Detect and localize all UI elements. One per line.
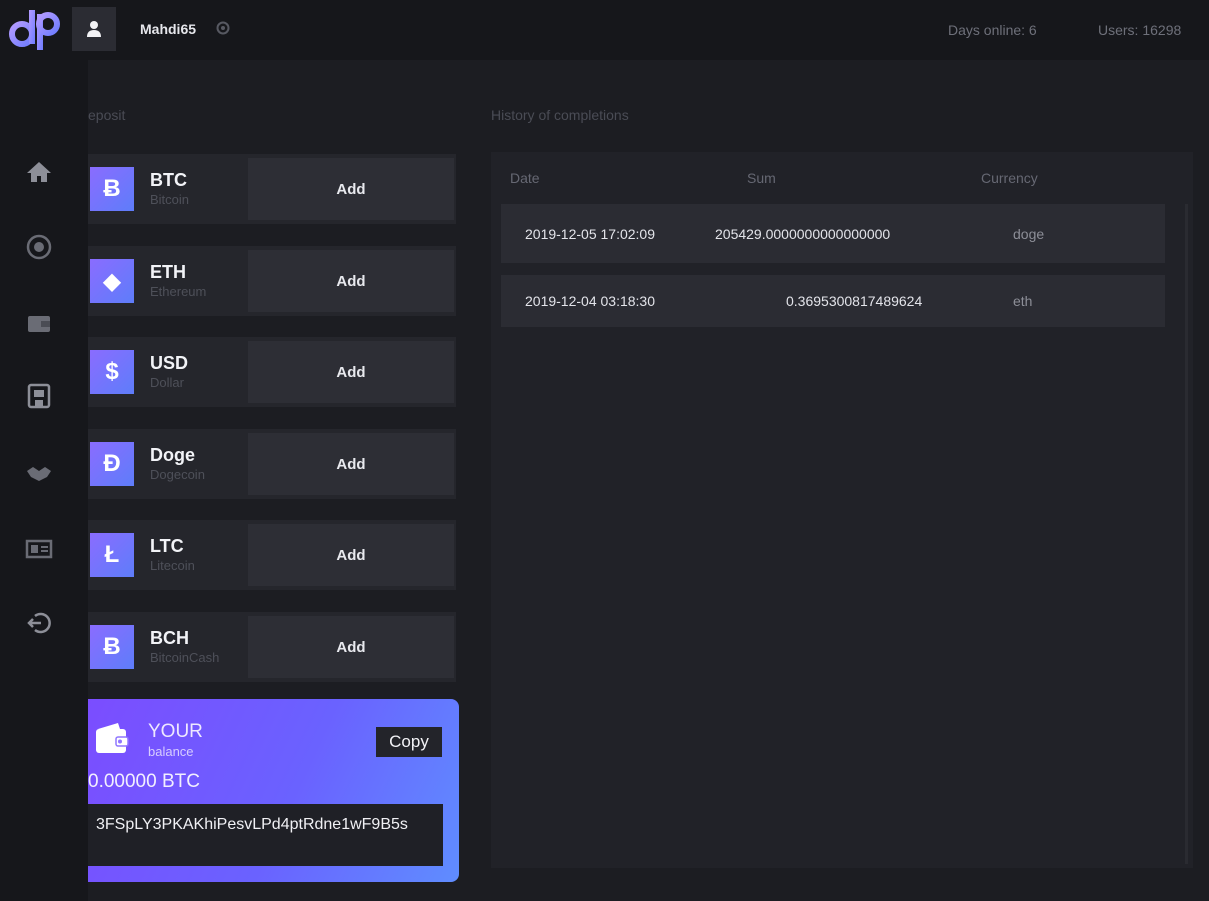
column-header-date: Date: [510, 170, 540, 186]
sidebar: [0, 60, 88, 901]
wallet-address[interactable]: 3FSpLY3PKAKhiPesvLPd4ptRdne1wF9B5s: [88, 804, 443, 866]
atm-icon[interactable]: [24, 382, 54, 412]
currency-name: Litecoin: [150, 558, 195, 573]
add-usd-button[interactable]: Add: [248, 341, 454, 403]
currency-code: BTC: [150, 170, 187, 190]
ethereum-icon: ◆: [90, 259, 134, 303]
add-bch-button[interactable]: Add: [248, 616, 454, 678]
top-header: Mahdi65 Days online: 6 Users: 16298: [0, 0, 1209, 60]
row-date: 2019-12-05 17:02:09: [525, 225, 655, 242]
currency-code: Doge: [150, 445, 195, 465]
currency-name: BitcoinCash: [150, 650, 220, 665]
column-header-currency: Currency: [981, 170, 1038, 186]
id-card-icon[interactable]: [24, 534, 54, 564]
currency-code: USD: [150, 353, 189, 373]
row-sum: 0.36953008174896​24: [786, 293, 923, 309]
deposit-label: eposit: [88, 107, 126, 123]
add-eth-button[interactable]: Add: [248, 250, 454, 312]
copy-button[interactable]: Copy: [376, 727, 442, 757]
currency-row-ltc: Ł LTC Litecoin Add: [88, 520, 456, 590]
avatar[interactable]: [72, 7, 116, 51]
add-ltc-button[interactable]: Add: [248, 524, 454, 586]
currency-code: BCH: [150, 628, 189, 648]
currency-name: Ethereum: [150, 284, 207, 299]
wallet-icon: [92, 719, 132, 759]
coin-icon[interactable]: [24, 232, 54, 262]
handshake-icon[interactable]: [24, 458, 54, 488]
users-count: Users: 16298: [1098, 22, 1182, 38]
balance-title: YOUR: [148, 721, 203, 742]
column-header-sum: Sum: [747, 170, 776, 186]
add-btc-button[interactable]: Add: [248, 158, 454, 220]
litecoin-icon: Ł: [90, 533, 134, 577]
scrollbar[interactable]: [1185, 204, 1188, 864]
logout-icon[interactable]: [24, 608, 54, 638]
balance-card: YOUR balance Copy 0.00000 BTC 3FSpLY3PKA…: [88, 699, 459, 882]
dp-logo[interactable]: [6, 4, 66, 54]
history-label: History of completions: [491, 107, 629, 123]
currency-name: Dogecoin: [150, 467, 205, 482]
balance-subtitle: balance: [148, 744, 194, 759]
table-row: 2019-12-04 03:18:30 0.36953008174896​24 …: [501, 275, 1165, 327]
table-row: 2019-12-05 17:02:09 205429.0000000000000…: [501, 204, 1165, 263]
gear-icon[interactable]: [215, 20, 231, 36]
currency-name: Dollar: [150, 375, 184, 390]
row-currency: doge: [1013, 225, 1045, 242]
currency-name: Bitcoin: [150, 192, 190, 207]
username[interactable]: Mahdi65: [140, 21, 196, 37]
days-online: Days online: 6: [948, 22, 1037, 38]
user-icon: [87, 21, 101, 37]
home-icon[interactable]: [24, 157, 54, 187]
currency-row-doge: Đ Doge Dogecoin Add: [88, 429, 456, 499]
row-date: 2019-12-04 03:18:30: [525, 293, 655, 309]
currency-code: LTC: [150, 536, 184, 556]
dollar-icon: $: [90, 350, 134, 394]
balance-amount: 0.00000 BTC: [88, 771, 200, 792]
add-doge-button[interactable]: Add: [248, 433, 454, 495]
bitcoin-icon: Ƀ: [90, 167, 134, 211]
app-root: Mahdi65 Days online: 6 Users: 16298 epos…: [0, 0, 1209, 901]
currency-code: ETH: [150, 262, 186, 282]
bitcoincash-icon: Ƀ: [90, 625, 134, 669]
dogecoin-icon: Đ: [90, 442, 134, 486]
currency-row-usd: $ USD Dollar Add: [88, 337, 456, 407]
currency-row-bch: Ƀ BCH BitcoinCash Add: [88, 612, 456, 682]
history-table: Date Sum Currency 2019-12-05 17:02:09 20…: [491, 152, 1193, 868]
currency-row-btc: Ƀ BTC Bitcoin Add: [88, 154, 456, 224]
row-currency: eth: [1013, 293, 1033, 309]
wallet-icon[interactable]: [24, 308, 54, 338]
currency-row-eth: ◆ ETH Ethereum Add: [88, 246, 456, 316]
row-sum: 205429.0000000000000000: [715, 225, 891, 242]
